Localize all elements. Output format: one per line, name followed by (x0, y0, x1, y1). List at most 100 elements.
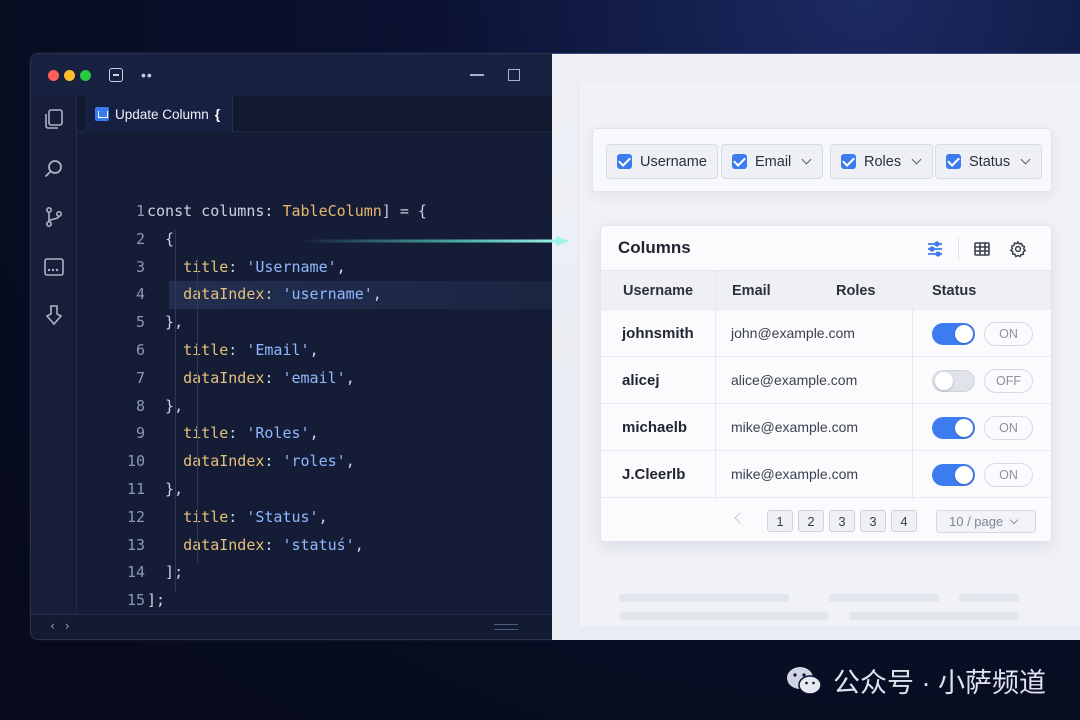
table-row[interactable]: johnsmith john@example.com ON (601, 310, 1051, 357)
activity-bar (31, 96, 77, 639)
cell-email: john@example.com (731, 325, 855, 341)
chevron-down-icon (801, 154, 812, 165)
chip-label: Status (969, 153, 1011, 170)
wechat-icon (785, 665, 823, 697)
toggle-knob (955, 325, 973, 343)
column-settings-sliders-icon[interactable] (924, 238, 946, 260)
code-token: : (228, 424, 247, 443)
sidebar-toggle-icon[interactable] (109, 68, 123, 82)
code-line[interactable]: 8 }, (77, 393, 552, 421)
explorer-icon[interactable] (41, 106, 67, 132)
code-text: title: 'Username', (147, 254, 346, 282)
page-button[interactable]: 3 (860, 510, 886, 532)
card-title: Columns (618, 238, 691, 257)
page-size-select[interactable]: 10 / page (936, 510, 1036, 533)
table-grid-icon[interactable] (971, 238, 993, 260)
column-chip-status[interactable]: Status (935, 144, 1043, 179)
code-line[interactable]: 4 dataIndex: 'username', (77, 281, 552, 310)
maximize-icon[interactable] (508, 69, 520, 81)
column-chip-username[interactable]: Username (606, 144, 718, 179)
code-area[interactable]: 1 const columns: TableColumn] = {2 {3 tit… (77, 198, 552, 639)
code-token: title (147, 257, 229, 276)
code-token: dataIndex (147, 535, 265, 554)
code-token: , (345, 368, 355, 387)
page-button[interactable]: 2 (798, 510, 824, 532)
code-token: 'roles' (282, 452, 346, 471)
table-row[interactable]: J.Cleerlb mike@example.com ON (601, 451, 1051, 498)
page-button[interactable]: 1 (767, 510, 793, 532)
code-text: }, (147, 393, 183, 421)
link-arrow-icon (300, 236, 570, 246)
code-line[interactable]: 5 }, (77, 309, 552, 337)
panel-resize-handle[interactable] (494, 624, 518, 630)
code-text: dataIndex: 'roles', (147, 448, 355, 476)
code-token: 'statuś' (282, 535, 355, 554)
code-line[interactable]: 11 }, (77, 476, 552, 504)
code-token: : (228, 507, 247, 526)
header-roles[interactable]: Roles (836, 283, 876, 299)
column-filter-bar: Username Email Roles Status (592, 128, 1052, 192)
code-text: const columns: TableColumn] = { (147, 198, 427, 226)
code-line[interactable]: 7 dataIndex: 'email', (77, 365, 552, 393)
toggle-knob (955, 466, 973, 484)
source-control-icon[interactable] (41, 204, 67, 230)
status-toggle[interactable] (932, 370, 975, 392)
status-toggle[interactable] (932, 417, 975, 439)
watermark: 公众号 · 小萨频道 (785, 661, 1046, 700)
code-token: 'email' (282, 368, 346, 387)
header-username[interactable]: Username (623, 283, 693, 299)
code-token: 'Email' (246, 340, 310, 359)
chevron-left-icon[interactable] (734, 512, 746, 524)
debug-icon[interactable] (41, 302, 67, 328)
code-line[interactable]: 10 dataIndex: 'roles', (77, 448, 552, 476)
line-number: 11 (126, 479, 145, 498)
column-chip-email[interactable]: Email (721, 144, 824, 179)
code-token: TableColumn (282, 202, 382, 220)
header-email[interactable]: Email (732, 283, 771, 299)
more-icon[interactable]: •• (141, 67, 153, 83)
pagination: 12334 10 / page (601, 500, 1051, 540)
code-line[interactable]: 14 ]; (77, 559, 552, 587)
header-status[interactable]: Status (932, 283, 976, 299)
checkbox-checked-icon[interactable] (946, 154, 961, 169)
indent-guide (197, 257, 198, 564)
status-toggle[interactable] (932, 464, 975, 486)
close-window-button[interactable] (48, 69, 59, 81)
code-token: : (264, 202, 283, 220)
code-token: dataIndex (147, 285, 265, 304)
checkbox-checked-icon[interactable] (732, 154, 747, 169)
code-line[interactable]: 1 const columns: TableColumn] = { (77, 198, 552, 226)
page-size-label: 10 / page (949, 514, 1004, 529)
column-chip-roles[interactable]: Roles (830, 144, 934, 179)
code-token: : (264, 368, 283, 387)
minimize-icon[interactable] (470, 74, 484, 76)
line-number: 15 (126, 591, 145, 610)
search-icon[interactable] (41, 156, 67, 182)
code-token: : (264, 535, 283, 554)
line-number: 10 (126, 452, 145, 471)
code-line[interactable]: 6 title: 'Email', (77, 337, 552, 365)
page-button[interactable]: 3 (829, 510, 855, 532)
status-code-icon[interactable]: ‹ › (49, 619, 71, 633)
status-toggle[interactable] (932, 323, 975, 345)
tab-update-column[interactable]: Update Column { (85, 96, 234, 132)
table-row[interactable]: michaelb mike@example.com ON (601, 404, 1051, 451)
code-line[interactable]: 9 title: 'Roles', (77, 420, 552, 448)
code-token: { (147, 229, 175, 248)
code-token: }, (147, 479, 184, 498)
page-button[interactable]: 4 (891, 510, 917, 532)
table-row[interactable]: alicej alice@example.com OFF (601, 357, 1051, 404)
checkbox-checked-icon[interactable] (617, 154, 632, 169)
zoom-window-button[interactable] (80, 69, 91, 81)
extensions-icon[interactable] (41, 254, 67, 280)
code-line[interactable]: 3 title: 'Username', (77, 254, 552, 282)
cell-username: michaelb (622, 419, 688, 436)
checkbox-checked-icon[interactable] (841, 154, 856, 169)
code-token: , (309, 340, 319, 359)
code-line[interactable]: 15]; (77, 587, 552, 615)
code-text: { (147, 226, 174, 254)
code-line[interactable]: 13 dataIndex: 'statuś', (77, 532, 552, 560)
minimize-window-button[interactable] (64, 69, 75, 81)
code-line[interactable]: 12 title: 'Status', (77, 504, 552, 532)
settings-gear-icon[interactable] (1007, 238, 1029, 260)
